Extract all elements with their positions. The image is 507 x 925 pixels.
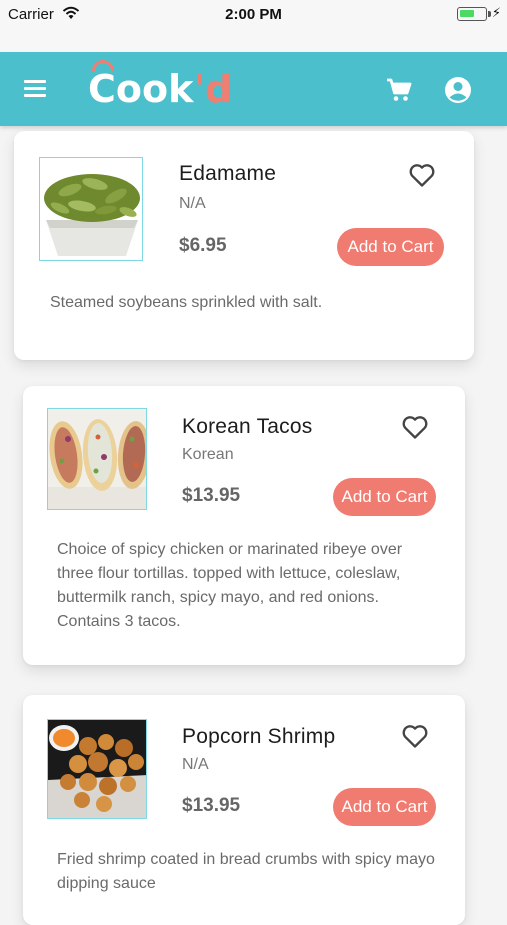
food-image-korean-tacos	[47, 408, 147, 510]
item-category: Korean	[182, 446, 234, 463]
item-title: Korean Tacos	[182, 415, 313, 438]
item-category: N/A	[179, 195, 206, 212]
app-logo: Cook'd	[88, 60, 232, 112]
add-to-cart-button[interactable]: Add to Cart	[333, 788, 436, 826]
battery-icon	[457, 7, 491, 21]
add-to-cart-button[interactable]: Add to Cart	[333, 478, 436, 516]
item-title: Edamame	[179, 162, 277, 185]
cart-icon[interactable]	[386, 78, 412, 102]
menu-item-card: Popcorn Shrimp N/A $13.95 Add to Cart Fr…	[23, 695, 465, 925]
menu-icon[interactable]	[24, 80, 46, 98]
item-category: N/A	[182, 756, 209, 773]
item-description: Steamed soybeans sprinkled with salt.	[50, 294, 323, 311]
item-price: $6.95	[179, 235, 227, 256]
item-description: Fried shrimp coated in bread crumbs with…	[57, 851, 435, 892]
app-header: Cook'd	[0, 52, 507, 126]
clock: 2:00 PM	[225, 6, 282, 23]
item-description: Choice of spicy chicken or marinated rib…	[57, 541, 403, 630]
account-icon[interactable]	[444, 76, 472, 104]
favorite-heart-icon[interactable]	[401, 723, 429, 749]
add-to-cart-button[interactable]: Add to Cart	[337, 228, 444, 266]
item-title: Popcorn Shrimp	[182, 725, 336, 748]
food-image-edamame	[39, 157, 143, 261]
status-bar: Carrier 2:00 PM ⚡	[0, 0, 507, 52]
menu-item-card: Edamame N/A $6.95 Add to Cart Steamed so…	[14, 131, 474, 360]
item-price: $13.95	[182, 795, 241, 816]
item-price: $13.95	[182, 485, 241, 506]
favorite-heart-icon[interactable]	[401, 414, 429, 440]
favorite-heart-icon[interactable]	[408, 162, 436, 188]
chef-hat-icon	[92, 60, 114, 72]
food-image-popcorn-shrimp	[47, 719, 147, 819]
menu-item-card: Korean Tacos Korean $13.95 Add to Cart C…	[23, 386, 465, 665]
charging-icon: ⚡	[491, 5, 501, 20]
